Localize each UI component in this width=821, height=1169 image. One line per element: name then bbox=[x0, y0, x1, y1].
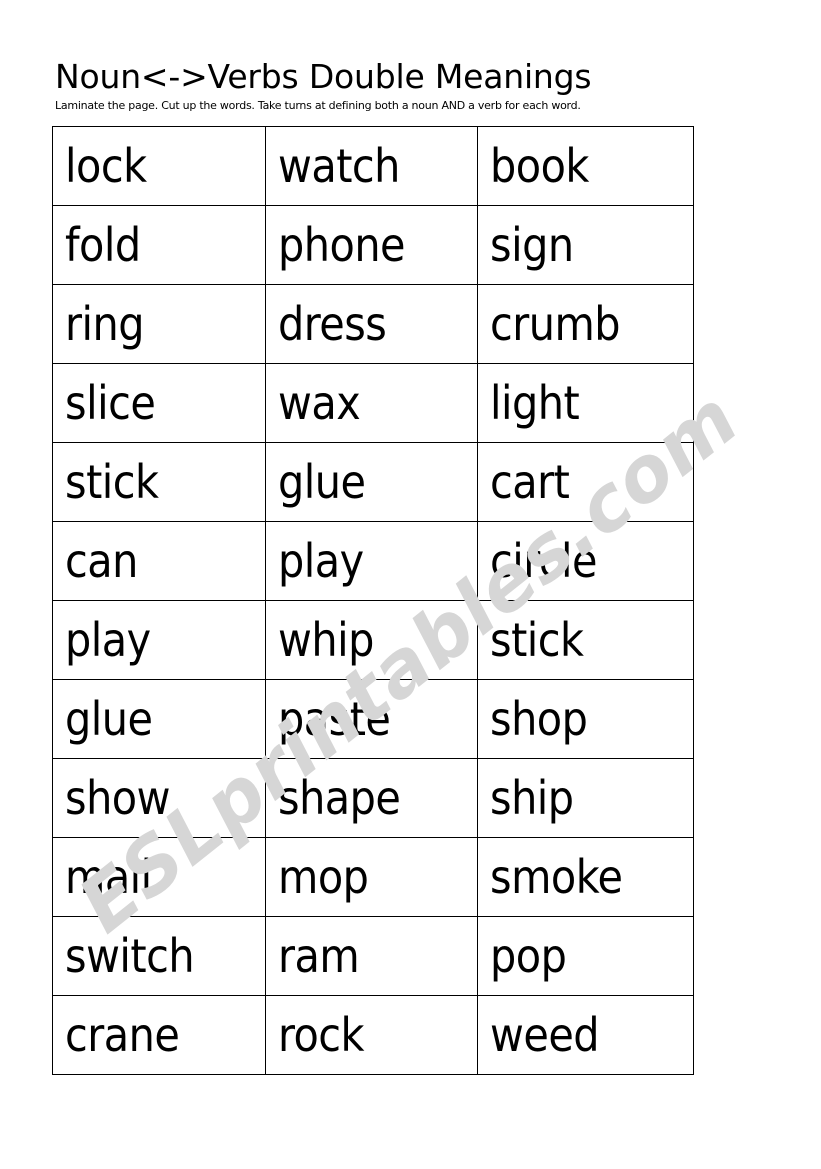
word-cell[interactable]: glue bbox=[265, 442, 478, 522]
word-cell[interactable]: switch bbox=[52, 916, 266, 996]
page-title: Noun<->Verbs Double Meanings bbox=[55, 57, 592, 96]
word-cell[interactable]: show bbox=[52, 758, 266, 838]
word-cell[interactable]: play bbox=[52, 600, 266, 680]
table-row: stick glue cart bbox=[52, 442, 694, 522]
word-cell[interactable]: crumb bbox=[477, 284, 694, 364]
word-cell[interactable]: paste bbox=[265, 679, 478, 759]
word-cell[interactable]: fold bbox=[52, 205, 266, 285]
word-cell[interactable]: ship bbox=[477, 758, 694, 838]
word-cell[interactable]: ring bbox=[52, 284, 266, 364]
word-cell[interactable]: lock bbox=[52, 126, 266, 206]
word-card-table-body: lock watch book fold phone sign ring dre… bbox=[52, 126, 694, 1075]
word-cell[interactable]: slice bbox=[52, 363, 266, 443]
word-cell[interactable]: shape bbox=[265, 758, 478, 838]
table-row: fold phone sign bbox=[52, 205, 694, 285]
word-cell[interactable]: sign bbox=[477, 205, 694, 285]
table-row: play whip stick bbox=[52, 600, 694, 680]
table-row: mail mop smoke bbox=[52, 837, 694, 917]
word-cell[interactable]: rock bbox=[265, 995, 478, 1075]
word-cell[interactable]: play bbox=[265, 521, 478, 601]
word-cell[interactable]: mail bbox=[52, 837, 266, 917]
word-cell[interactable]: shop bbox=[477, 679, 694, 759]
word-cell[interactable]: glue bbox=[52, 679, 266, 759]
table-row: glue paste shop bbox=[52, 679, 694, 759]
word-cell[interactable]: stick bbox=[477, 600, 694, 680]
word-cell[interactable]: stick bbox=[52, 442, 266, 522]
table-row: slice wax light bbox=[52, 363, 694, 443]
table-row: switch ram pop bbox=[52, 916, 694, 996]
word-cell[interactable]: watch bbox=[265, 126, 478, 206]
word-cell[interactable]: whip bbox=[265, 600, 478, 680]
word-cell[interactable]: book bbox=[477, 126, 694, 206]
word-cell[interactable]: crane bbox=[52, 995, 266, 1075]
word-cell[interactable]: light bbox=[477, 363, 694, 443]
word-cell[interactable]: ram bbox=[265, 916, 478, 996]
word-card-table: lock watch book fold phone sign ring dre… bbox=[52, 126, 694, 1075]
table-row: lock watch book bbox=[52, 126, 694, 206]
word-cell[interactable]: smoke bbox=[477, 837, 694, 917]
word-cell[interactable]: pop bbox=[477, 916, 694, 996]
table-row: can play circle bbox=[52, 521, 694, 601]
worksheet-header: Noun<->Verbs Double Meanings Laminate th… bbox=[55, 58, 755, 113]
worksheet-page: ESLprintables.com Noun<->Verbs Double Me… bbox=[0, 0, 821, 1169]
word-cell[interactable]: phone bbox=[265, 205, 478, 285]
word-cell[interactable]: mop bbox=[265, 837, 478, 917]
word-cell[interactable]: can bbox=[52, 521, 266, 601]
table-row: show shape ship bbox=[52, 758, 694, 838]
word-cell[interactable]: circle bbox=[477, 521, 694, 601]
word-cell[interactable]: weed bbox=[477, 995, 694, 1075]
page-subtitle-instructions: Laminate the page. Cut up the words. Tak… bbox=[55, 99, 581, 112]
word-cell[interactable]: wax bbox=[265, 363, 478, 443]
table-row: ring dress crumb bbox=[52, 284, 694, 364]
table-row: crane rock weed bbox=[52, 995, 694, 1075]
word-cell[interactable]: cart bbox=[477, 442, 694, 522]
word-cell[interactable]: dress bbox=[265, 284, 478, 364]
